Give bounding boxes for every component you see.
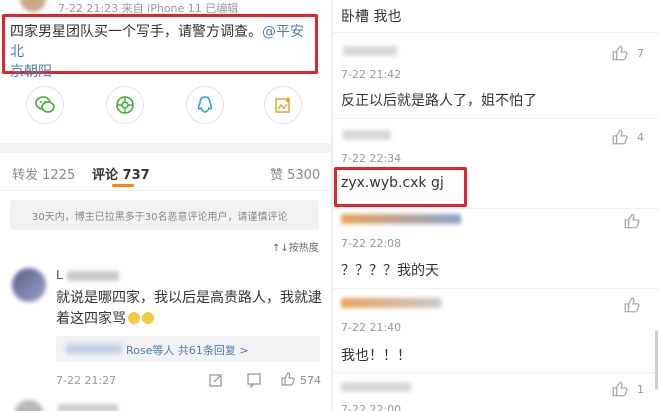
save-image-button[interactable] — [264, 86, 302, 124]
tab-repost[interactable]: 转发 1225 — [12, 164, 75, 183]
tab-comment[interactable]: 评论 737 — [92, 164, 150, 183]
commenter-name[interactable] — [341, 298, 441, 308]
scrollbar[interactable] — [655, 330, 658, 390]
commenter-name[interactable] — [341, 214, 461, 224]
comment-text-line2: 着这四家骂 — [56, 311, 126, 327]
mention-link-cont[interactable]: 京朝阳 — [10, 64, 52, 80]
commenter-name[interactable] — [343, 130, 391, 140]
post-text: 四家男星团队买一个写手，请警方调查。@平安北 京朝阳 — [10, 22, 315, 82]
like-count: 4 — [637, 131, 644, 144]
qq-share-button[interactable] — [186, 86, 224, 124]
divider — [333, 208, 660, 209]
post-text-body: 四家男星团队买一个写手，请警方调查。 — [10, 24, 262, 40]
replies-link: Rose等人 共61条回复 > — [126, 344, 249, 357]
thumbs-up-icon[interactable] — [611, 380, 629, 398]
commenter-name-text: L — [56, 268, 63, 282]
comment-text-line1: 就说是哪四家，我以后是高贵路人，我就逮 — [56, 290, 322, 306]
weibo-post-panel: 7-22 21:23 来自 iPhone 11 已编辑 四家男星团队买一个写手，… — [0, 0, 331, 411]
comment-time: 7-22 22:34 — [341, 152, 402, 165]
like-count: 1 — [637, 383, 644, 396]
emoji-icon — [142, 312, 154, 324]
commenter-name[interactable] — [341, 382, 411, 392]
comment-text: 就说是哪四家，我以后是高贵路人，我就逮 着这四家骂 — [56, 288, 326, 330]
comment-text: 反正以后就是路人了，姐不怕了 — [341, 93, 537, 109]
next-commenter-name — [58, 404, 118, 411]
comment-time: 7-22 21:40 — [341, 321, 402, 334]
notice-banner: 30天内，博主已拉黑多于30名恶意评论用户，请谨慎评论 — [10, 200, 319, 230]
divider — [333, 372, 660, 373]
image-save-icon — [275, 97, 291, 113]
comment-icon[interactable] — [246, 372, 262, 388]
like-count: 7 — [637, 47, 644, 60]
sort-toggle[interactable]: ↑↓按热度 — [272, 239, 319, 254]
divider — [333, 118, 660, 119]
section-gap — [0, 143, 331, 153]
divider — [333, 288, 660, 289]
tab-like[interactable]: 赞 5300 — [270, 164, 320, 183]
replies-box[interactable]: Rose等人 共61条回复 > — [56, 336, 320, 362]
commenter-avatar[interactable] — [12, 268, 46, 302]
commenter-name[interactable]: L — [56, 268, 119, 282]
tab-active-indicator — [112, 184, 134, 187]
qq-icon — [197, 96, 213, 113]
moments-icon — [116, 96, 134, 114]
wechat-icon — [35, 96, 55, 113]
thumbs-up-icon[interactable] — [611, 128, 629, 146]
comment-time: 7-22 22:08 — [341, 237, 402, 250]
reply-text: 卧槽 我也 — [341, 9, 402, 25]
reply-users-blurred — [66, 344, 122, 354]
comment-time: 7-22 21:27 — [56, 374, 117, 387]
comments-panel: 卧槽 我也 7 7-22 21:42 反正以后就是路人了，姐不怕了 4 7-22… — [333, 0, 660, 411]
repost-icon[interactable] — [208, 372, 224, 388]
comment-time: 7-22 21:42 — [341, 68, 402, 81]
wechat-share-button[interactable] — [26, 86, 64, 124]
tab-divider — [0, 190, 331, 191]
commenter-name[interactable] — [343, 46, 397, 56]
comment-time: 7-22 22:00 — [341, 403, 402, 411]
notice-text: 30天内，博主已拉黑多于30名恶意评论用户，请谨慎评论 — [32, 212, 288, 223]
comment-text: ？？？？我的天 — [341, 263, 439, 279]
thumbs-up-icon[interactable] — [623, 296, 641, 314]
thumbs-up-icon[interactable] — [280, 371, 296, 387]
commenter-name-blurred — [66, 270, 119, 281]
emoji-icon — [128, 312, 140, 324]
comment-text: 我也！！！ — [341, 348, 411, 364]
comment-text: zyx.wyb.cxk gj — [341, 175, 444, 191]
divider — [333, 32, 660, 33]
thumbs-up-icon[interactable] — [611, 44, 629, 62]
poster-avatar[interactable] — [20, 0, 46, 12]
like-count: 574 — [300, 374, 321, 387]
next-commenter-avatar[interactable] — [14, 400, 44, 411]
thumbs-up-icon[interactable] — [623, 212, 641, 230]
moments-share-button[interactable] — [106, 86, 144, 124]
